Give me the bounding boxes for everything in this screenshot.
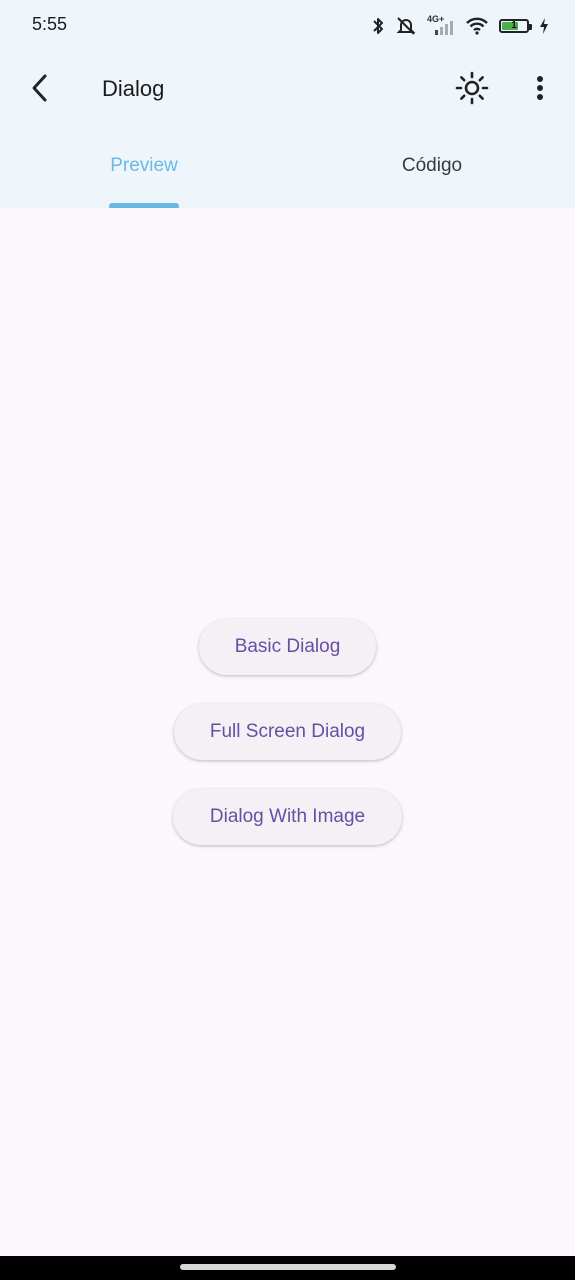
app-bar: Dialog bbox=[0, 52, 575, 124]
tab-code[interactable]: Código bbox=[288, 124, 575, 208]
back-button[interactable] bbox=[18, 66, 62, 110]
preview-content: Basic Dialog Full Screen Dialog Dialog W… bbox=[0, 208, 575, 1256]
dialog-with-image-button[interactable]: Dialog With Image bbox=[173, 789, 402, 845]
full-screen-dialog-button[interactable]: Full Screen Dialog bbox=[174, 704, 401, 760]
tab-bar: Preview Código bbox=[0, 124, 575, 208]
page-title: Dialog bbox=[102, 76, 165, 101]
theme-toggle-button[interactable] bbox=[450, 66, 494, 110]
arrow-back-icon bbox=[32, 74, 47, 102]
status-time: 5:55 bbox=[32, 14, 68, 34]
mute-vibrate-icon bbox=[395, 16, 417, 36]
bluetooth-icon bbox=[371, 16, 385, 36]
battery-icon: 1 bbox=[499, 19, 532, 33]
charging-icon bbox=[539, 18, 549, 34]
basic-dialog-button[interactable]: Basic Dialog bbox=[199, 619, 376, 675]
status-icons: 4G+ 1 bbox=[371, 14, 549, 38]
tab-preview[interactable]: Preview bbox=[0, 124, 288, 208]
battery-level: 1 bbox=[511, 20, 517, 31]
home-gesture-handle[interactable] bbox=[180, 1264, 396, 1270]
more-vert-icon bbox=[537, 76, 543, 100]
more-options-button[interactable] bbox=[518, 66, 562, 110]
status-bar: 5:55 4G+ 1 bbox=[0, 0, 575, 52]
wifi-icon bbox=[465, 16, 489, 36]
brightness-icon bbox=[455, 71, 489, 105]
system-navigation-bar bbox=[0, 1256, 575, 1280]
signal-icon: 4G+ bbox=[427, 14, 455, 36]
